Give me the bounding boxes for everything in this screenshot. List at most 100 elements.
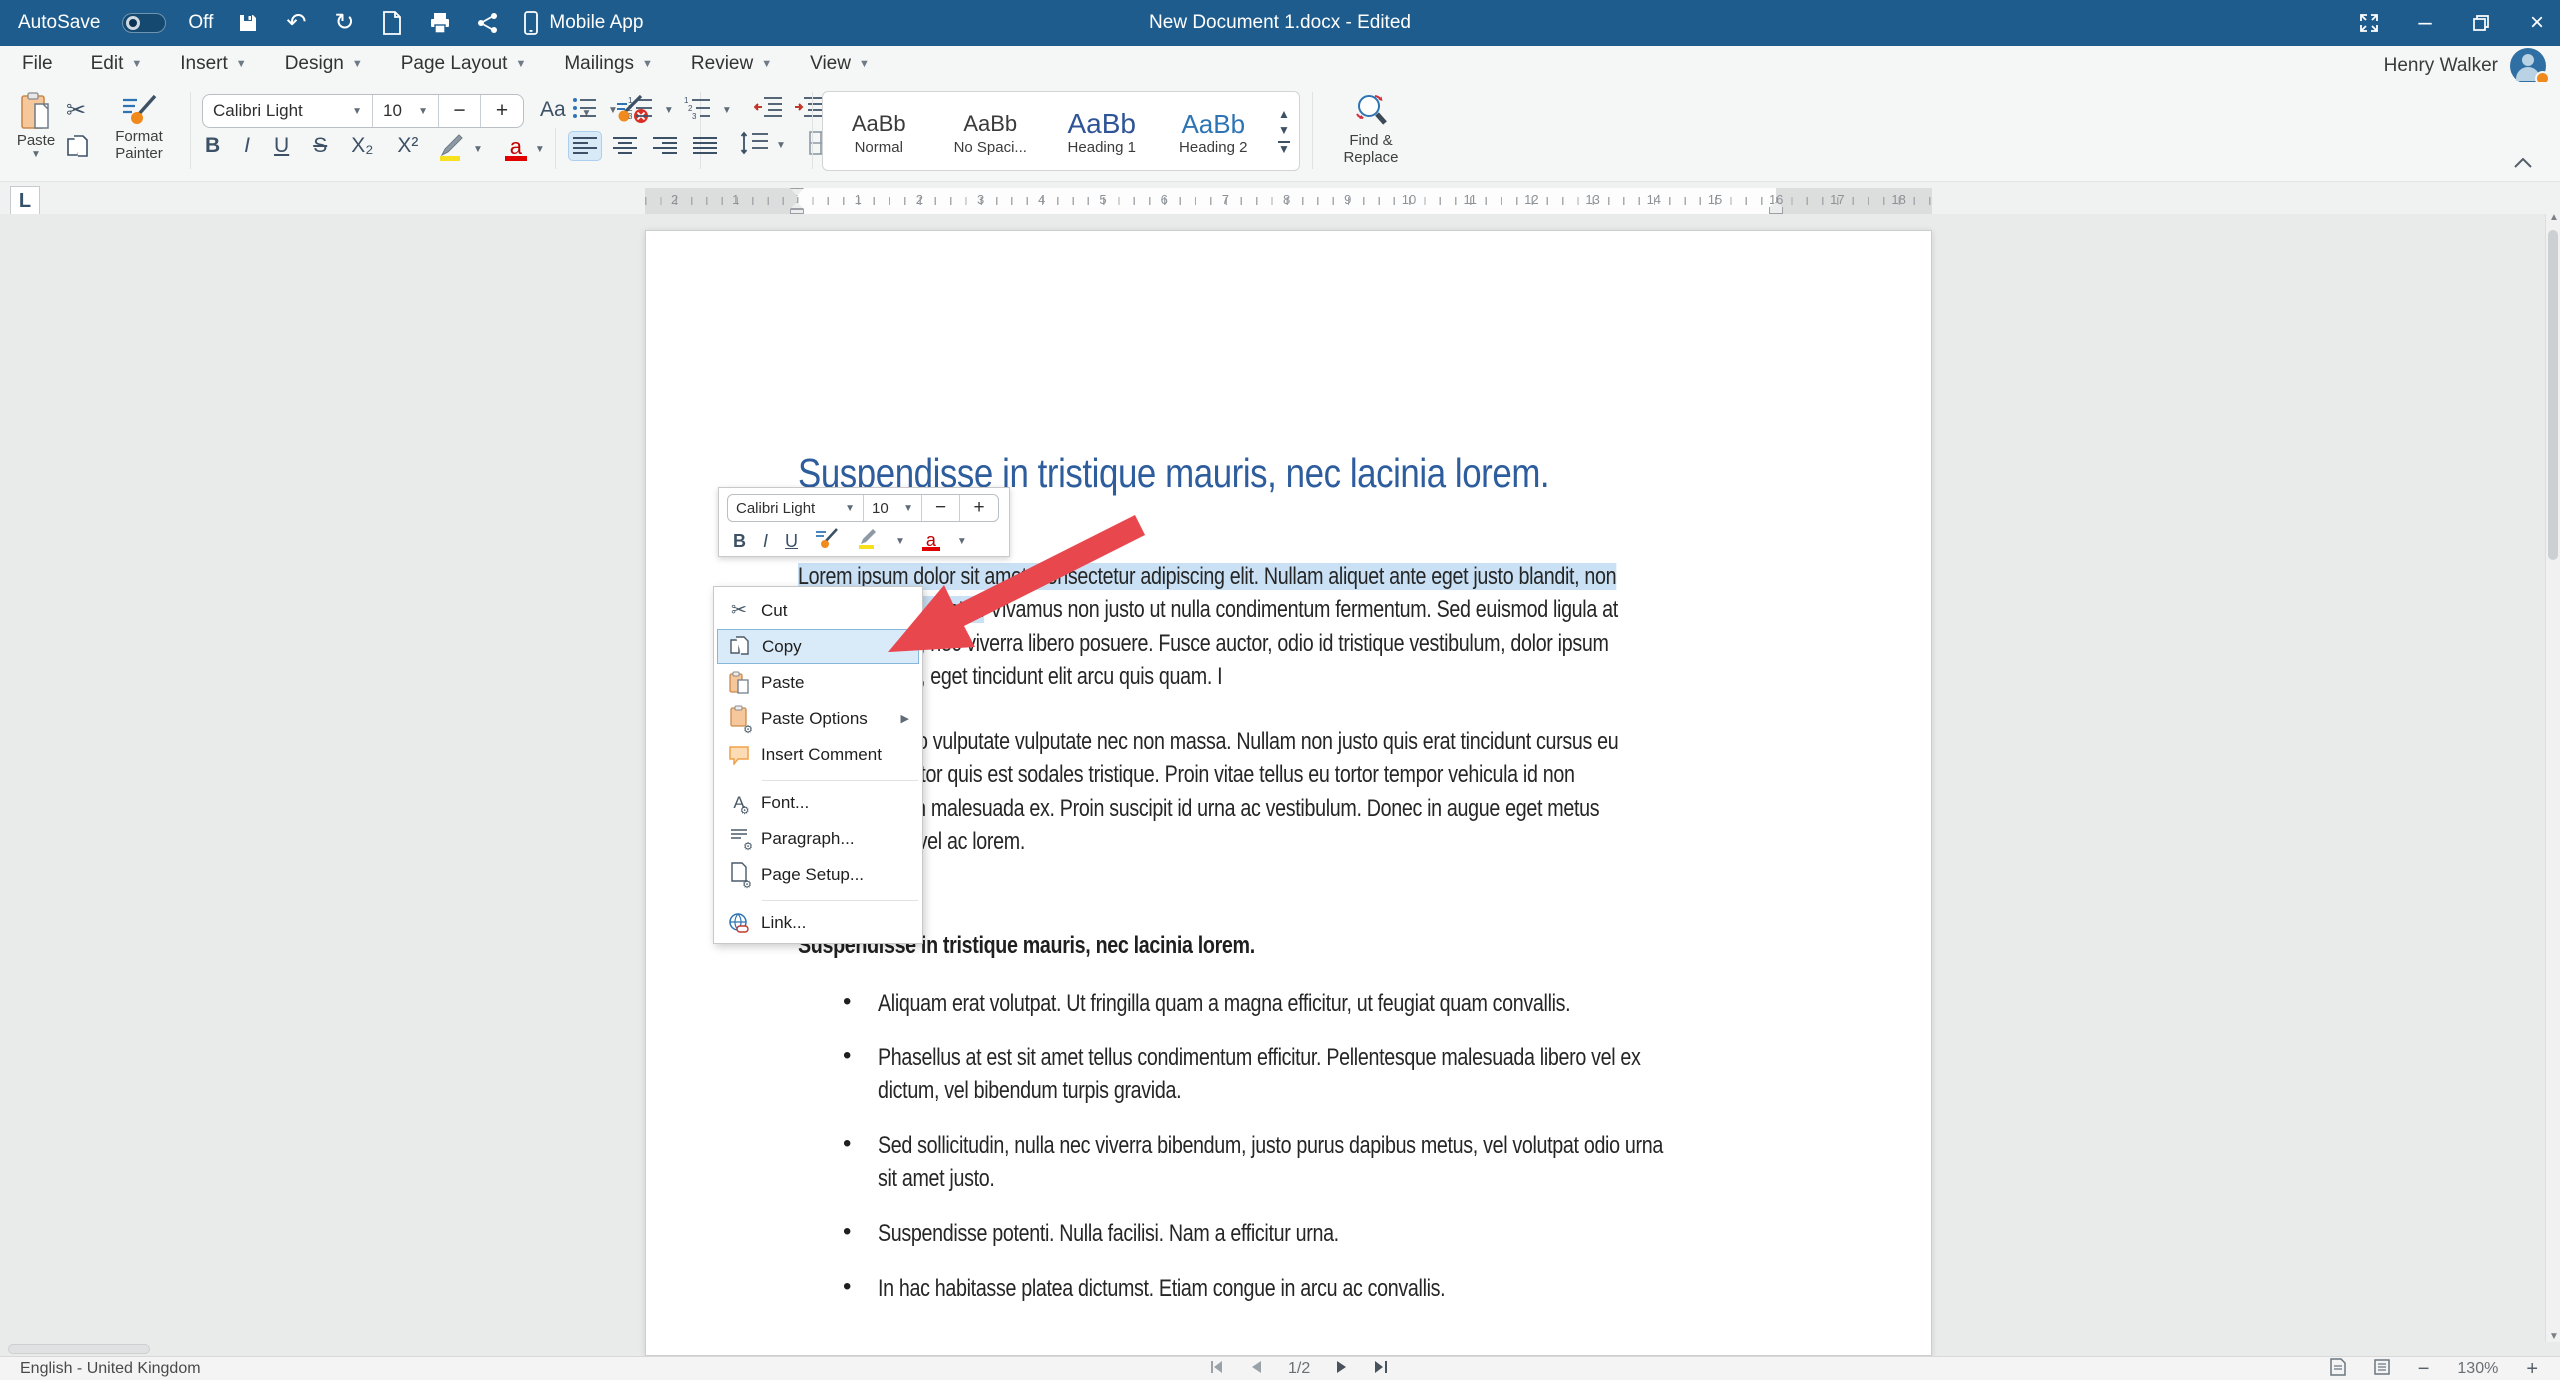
share-icon[interactable] bbox=[475, 10, 501, 36]
chevron-down-icon[interactable]: ▼ bbox=[535, 144, 545, 155]
mini-increase-font-button[interactable]: + bbox=[960, 495, 998, 521]
chevron-down-icon[interactable]: ▼ bbox=[473, 144, 483, 155]
style-heading-2[interactable]: AaBb Heading 2 bbox=[1158, 107, 1270, 156]
bullet-item-4[interactable]: Suspendisse potenti. Nulla facilisi. Nam… bbox=[878, 1220, 1339, 1248]
context-menu-link[interactable]: Link... bbox=[717, 905, 919, 940]
menu-mailings[interactable]: Mailings▼ bbox=[564, 53, 653, 75]
account-button[interactable]: Henry Walker bbox=[2384, 48, 2546, 84]
mini-bold-button[interactable]: B bbox=[733, 531, 746, 552]
chevron-down-icon[interactable]: ▼ bbox=[722, 105, 732, 116]
menu-file[interactable]: File bbox=[22, 53, 53, 75]
font-name-select[interactable]: Calibri Light▼ bbox=[203, 95, 373, 127]
new-document-icon[interactable] bbox=[379, 10, 405, 36]
menu-edit[interactable]: Edit▼ bbox=[91, 53, 143, 75]
font-color-button[interactable]: a bbox=[505, 138, 527, 161]
styles-scroll-up-icon[interactable]: ▲ bbox=[1278, 109, 1290, 119]
strikethrough-button[interactable]: S bbox=[313, 134, 327, 158]
increase-font-button[interactable]: + bbox=[481, 95, 523, 127]
bullet-item-5[interactable]: In hac habitasse platea dictumst. Etiam … bbox=[878, 1275, 1445, 1303]
mini-italic-button[interactable]: I bbox=[763, 531, 768, 552]
bullet-item-3-line2[interactable]: sit amet justo. bbox=[878, 1165, 994, 1193]
style-heading-1[interactable]: AaBb Heading 1 bbox=[1046, 107, 1158, 156]
mini-font-size-select[interactable]: 10▼ bbox=[864, 495, 922, 521]
highlight-color-button[interactable] bbox=[435, 132, 465, 167]
bullet-item-2-line2[interactable]: dictum, vel bibendum turpis gravida. bbox=[878, 1077, 1181, 1105]
collapse-ribbon-icon[interactable] bbox=[2514, 155, 2532, 173]
chevron-down-icon[interactable]: ▼ bbox=[776, 140, 786, 151]
style-no-spacing[interactable]: AaBb No Spaci... bbox=[935, 107, 1047, 156]
chevron-down-icon[interactable]: ▼ bbox=[664, 105, 674, 116]
menu-insert[interactable]: Insert▼ bbox=[180, 53, 246, 75]
bullet-item-1[interactable]: Aliquam erat volutpat. Ut fringilla quam… bbox=[878, 990, 1570, 1018]
autosave-toggle[interactable] bbox=[122, 13, 166, 33]
context-menu-paragraph[interactable]: ⚙ Paragraph... bbox=[717, 821, 919, 856]
fullscreen-icon[interactable] bbox=[2356, 10, 2382, 36]
mini-underline-button[interactable]: U bbox=[785, 531, 798, 552]
paste-button[interactable]: Paste ▼ bbox=[10, 92, 62, 160]
context-menu-insert-comment[interactable]: Insert Comment bbox=[717, 737, 919, 772]
justify-button[interactable] bbox=[688, 131, 722, 161]
context-menu-paste[interactable]: Paste bbox=[717, 665, 919, 700]
scroll-down-icon[interactable]: ▼ bbox=[2549, 1331, 2559, 1342]
superscript-button[interactable]: X² bbox=[397, 134, 418, 158]
increase-indent-button[interactable] bbox=[794, 96, 824, 125]
bold-button[interactable]: B bbox=[205, 134, 220, 158]
undo-icon[interactable]: ↶ bbox=[283, 10, 309, 36]
format-painter-button[interactable]: Format Painter bbox=[100, 94, 178, 162]
context-menu-page-setup[interactable]: ⚙ Page Setup... bbox=[717, 857, 919, 892]
mobile-app-button[interactable]: Mobile App bbox=[523, 11, 643, 35]
context-menu-cut[interactable]: ✂ Cut bbox=[717, 593, 919, 628]
styles-more-icon[interactable]: ▼ bbox=[1278, 141, 1290, 154]
last-page-icon[interactable] bbox=[1374, 1360, 1388, 1379]
tab-selector[interactable]: L bbox=[10, 186, 40, 216]
redo-icon[interactable]: ↻ bbox=[331, 10, 357, 36]
chevron-down-icon[interactable]: ▼ bbox=[957, 536, 967, 547]
find-replace-button[interactable]: Find &Replace bbox=[1326, 92, 1416, 166]
zoom-out-button[interactable]: − bbox=[2418, 1359, 2430, 1379]
chevron-down-icon[interactable]: ▼ bbox=[608, 105, 618, 116]
previous-page-icon[interactable] bbox=[1250, 1360, 1262, 1379]
context-menu-font[interactable]: A⚙ Font... bbox=[717, 785, 919, 820]
restore-icon[interactable] bbox=[2468, 10, 2494, 36]
context-menu-paste-options[interactable]: ⚙ Paste Options ▶ bbox=[717, 701, 919, 736]
next-page-icon[interactable] bbox=[1336, 1360, 1348, 1379]
mini-format-painter-icon[interactable] bbox=[815, 528, 839, 555]
mini-font-name-select[interactable]: Calibri Light▼ bbox=[728, 495, 864, 521]
numbered-list-button[interactable]: 123 bbox=[628, 96, 654, 125]
chevron-down-icon[interactable]: ▼ bbox=[895, 536, 905, 547]
multilevel-list-button[interactable]: 123 bbox=[684, 96, 712, 125]
scrollbar-thumb[interactable] bbox=[2548, 230, 2558, 560]
horizontal-scrollbar-thumb[interactable] bbox=[8, 1344, 150, 1354]
context-menu-copy[interactable]: Copy bbox=[717, 629, 919, 664]
zoom-in-button[interactable]: + bbox=[2526, 1359, 2538, 1379]
decrease-indent-button[interactable] bbox=[754, 96, 784, 125]
language-indicator[interactable]: English - United Kingdom bbox=[20, 1360, 201, 1378]
subscript-button[interactable]: X₂ bbox=[351, 134, 373, 158]
mini-decrease-font-button[interactable]: − bbox=[922, 495, 960, 521]
first-page-icon[interactable] bbox=[1210, 1360, 1224, 1379]
mini-highlight-button[interactable] bbox=[856, 528, 878, 555]
styles-scroll-down-icon[interactable]: ▼ bbox=[1278, 125, 1290, 135]
align-left-button[interactable] bbox=[568, 131, 602, 161]
cut-icon[interactable]: ✂ bbox=[66, 96, 86, 125]
vertical-scrollbar[interactable]: ▲ ▼ bbox=[2545, 214, 2560, 1342]
bullet-list-button[interactable] bbox=[572, 96, 598, 125]
save-icon[interactable] bbox=[235, 10, 261, 36]
mini-font-color-button[interactable]: a bbox=[922, 533, 940, 551]
line-spacing-button[interactable] bbox=[740, 131, 770, 160]
menu-design[interactable]: Design▼ bbox=[285, 53, 363, 75]
style-normal[interactable]: AaBb Normal bbox=[823, 107, 935, 156]
align-right-button[interactable] bbox=[648, 131, 682, 161]
font-size-select[interactable]: 10▼ bbox=[373, 95, 439, 127]
print-icon[interactable] bbox=[427, 10, 453, 36]
web-layout-view-icon[interactable] bbox=[2374, 1359, 2390, 1380]
align-center-button[interactable] bbox=[608, 131, 642, 161]
menu-review[interactable]: Review▼ bbox=[691, 53, 772, 75]
bullet-item-3[interactable]: Sed sollicitudin, nulla nec viverra bibe… bbox=[878, 1132, 1663, 1160]
scroll-up-icon[interactable]: ▲ bbox=[2549, 212, 2559, 223]
italic-button[interactable]: I bbox=[244, 134, 250, 158]
print-layout-view-icon[interactable] bbox=[2330, 1358, 2346, 1380]
menu-view[interactable]: View▼ bbox=[810, 53, 870, 75]
underline-button[interactable]: U bbox=[274, 134, 289, 158]
copy-icon[interactable] bbox=[66, 134, 90, 167]
